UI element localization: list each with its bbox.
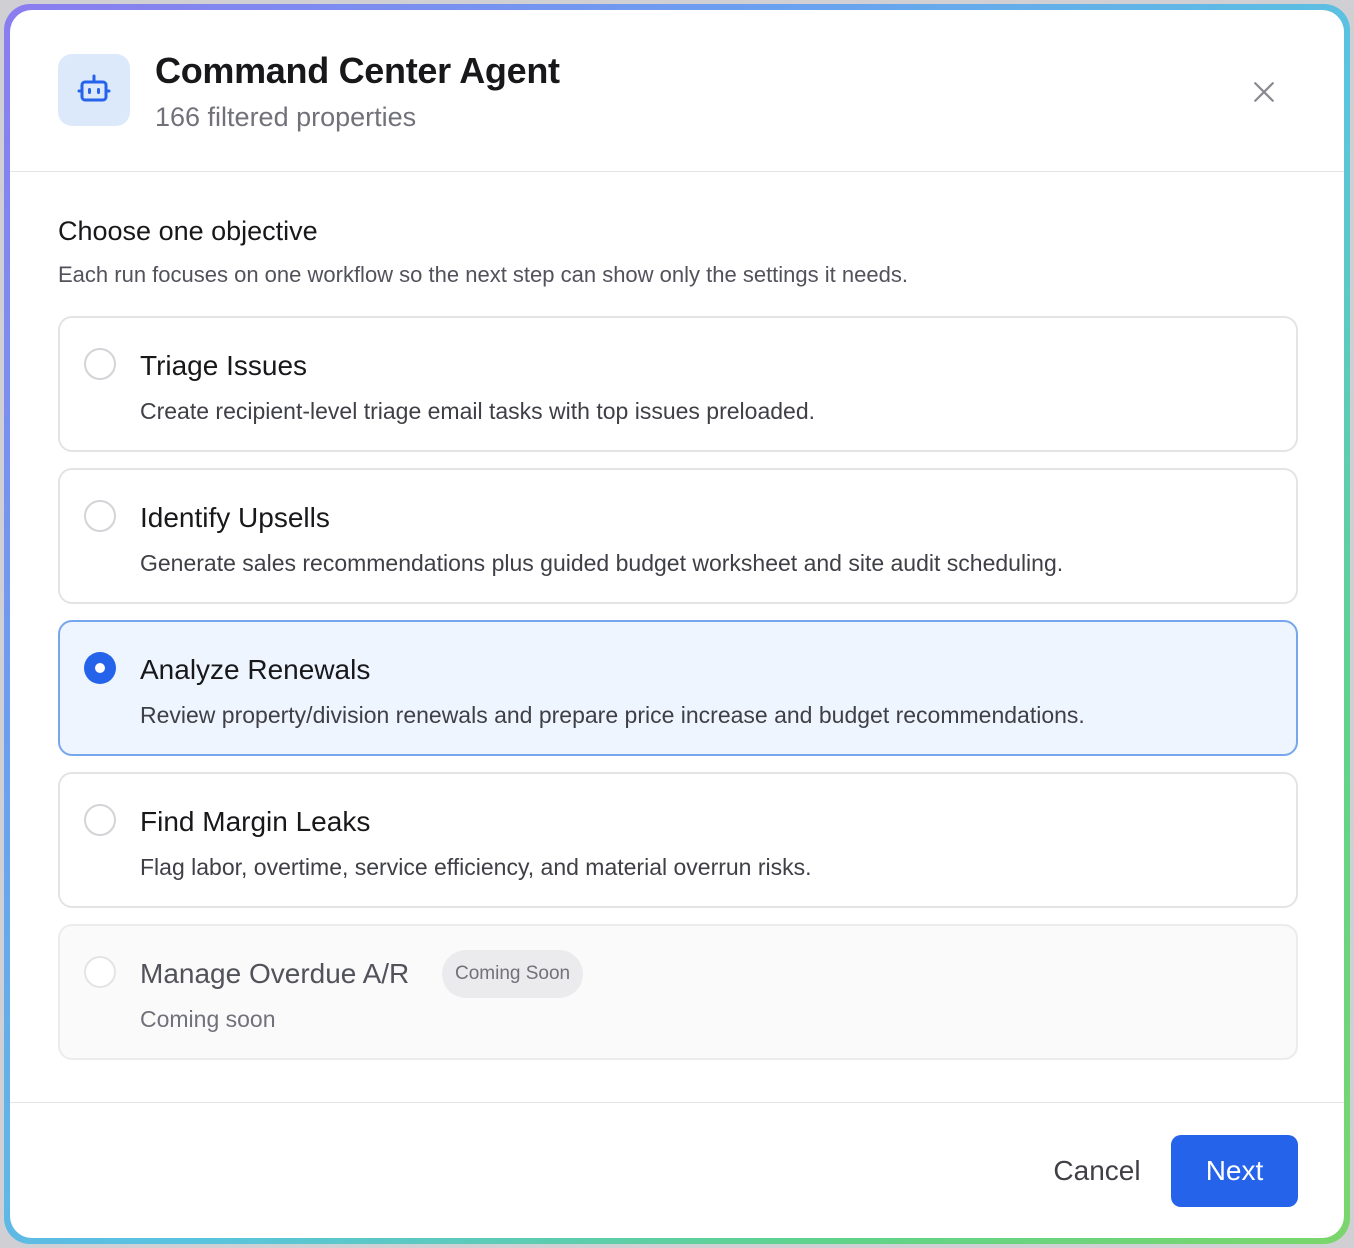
- option-identify-upsells[interactable]: Identify Upsells Generate sales recommen…: [58, 468, 1298, 604]
- option-description: Review property/division renewals and pr…: [140, 702, 1085, 728]
- section-title: Choose one objective: [58, 216, 318, 246]
- option-title: Triage Issues: [140, 350, 308, 381]
- dialog-footer: Cancel Next: [10, 1102, 1344, 1238]
- next-button[interactable]: Next: [1171, 1135, 1298, 1207]
- option-analyze-renewals[interactable]: Analyze Renewals Review property/divisio…: [58, 620, 1298, 756]
- option-manage-overdue-ar: Manage Overdue A/R Coming Soon Coming so…: [58, 924, 1298, 1060]
- option-title: Analyze Renewals: [140, 654, 371, 685]
- radio-button-selected[interactable]: [84, 652, 116, 684]
- option-title: Identify Upsells: [140, 502, 330, 533]
- option-triage-issues[interactable]: Triage Issues Create recipient-level tri…: [58, 316, 1298, 452]
- radio-button[interactable]: [84, 804, 116, 836]
- option-description: Coming soon: [140, 1006, 276, 1032]
- coming-soon-badge: Coming Soon: [442, 950, 584, 998]
- option-description: Generate sales recommendations plus guid…: [140, 550, 1064, 576]
- radio-button-disabled: [84, 956, 116, 988]
- agent-logo: [58, 54, 130, 126]
- dialog-subtitle: 166 filtered properties: [155, 102, 417, 132]
- radio-button[interactable]: [84, 348, 116, 380]
- option-description: Create recipient-level triage email task…: [140, 398, 815, 424]
- dialog-title: Command Center Agent: [155, 50, 560, 91]
- close-button[interactable]: [1242, 72, 1286, 116]
- dialog-header: Command Center Agent 166 filtered proper…: [10, 10, 1344, 172]
- close-icon: [1249, 77, 1279, 112]
- section-description: Each run focuses on one workflow so the …: [58, 262, 908, 287]
- radio-button[interactable]: [84, 500, 116, 532]
- cancel-button[interactable]: Cancel: [1022, 1135, 1172, 1207]
- robot-icon: [76, 70, 112, 111]
- option-find-margin-leaks[interactable]: Find Margin Leaks Flag labor, overtime, …: [58, 772, 1298, 908]
- agent-dialog: Command Center Agent 166 filtered proper…: [10, 10, 1344, 1238]
- option-title: Manage Overdue A/R: [140, 958, 410, 989]
- option-title: Find Margin Leaks: [140, 806, 371, 837]
- option-description: Flag labor, overtime, service efficiency…: [140, 854, 812, 880]
